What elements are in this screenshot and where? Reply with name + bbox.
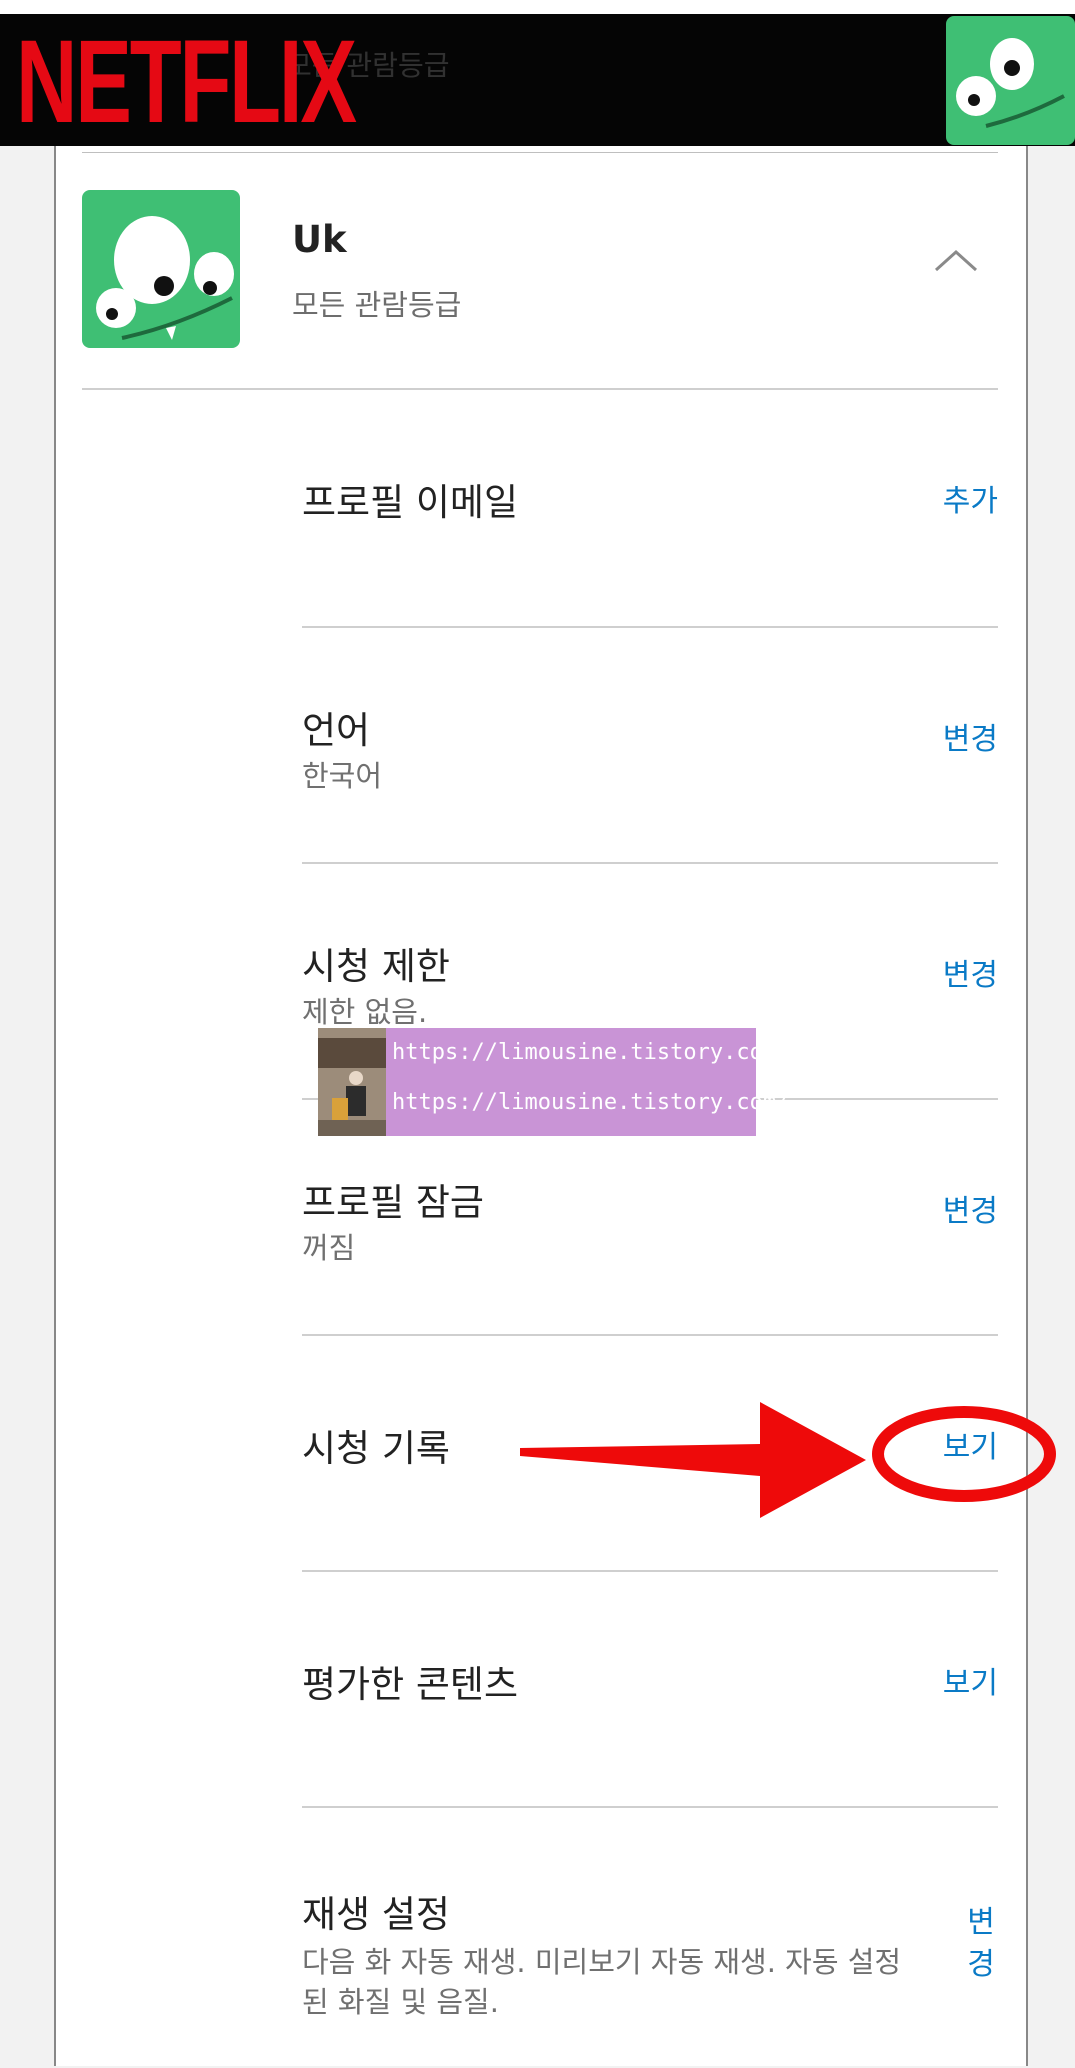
top-divider [82,152,998,153]
setting-label: 평가한 콘텐츠 [302,1663,519,1706]
watermark-photo-icon [318,1028,386,1136]
profile-rating: 모든 관람등급 [292,288,462,322]
setting-value: 꺼짐 [302,1231,356,1265]
setting-row-playback: 재생 설정 다음 화 자동 재생. 미리보기 자동 재생. 자동 설정된 화질 … [302,1808,998,2068]
setting-row-profile-email: 프로필 이메일 추가 [302,392,998,628]
setting-label: 재생 설정 [302,1893,450,1936]
setting-label: 언어 [302,709,371,752]
change-language-link[interactable]: 변경 [943,714,998,758]
header-profile-avatar-icon[interactable] [946,16,1075,145]
annotation-circle-icon [872,1406,1056,1502]
watermark-url-1: https://limousine.tistory.com/ [392,1040,790,1065]
setting-label: 시청 기록 [302,1427,450,1470]
setting-row-language: 언어 한국어 변경 [302,628,998,864]
annotation-arrow-icon [520,1402,866,1518]
profile-name: Uk [292,218,347,261]
top-strip [0,0,1075,14]
setting-value: 제한 없음. [302,995,428,1029]
watermark-band: https://limousine.tistory.com/ https://l… [386,1028,789,1136]
profile-avatar-icon[interactable] [82,190,240,348]
blog-watermark: https://limousine.tistory.com/ https://l… [318,1028,789,1136]
view-ratings-link[interactable]: 보기 [943,1658,998,1702]
add-email-link[interactable]: 추가 [943,476,998,520]
setting-label: 프로필 잠금 [302,1181,484,1224]
profile-divider [82,388,998,390]
setting-value: 한국어 [302,759,383,793]
netflix-logo[interactable]: NETFLIX [16,23,357,141]
change-restriction-link[interactable]: 변경 [943,950,998,994]
chevron-up-icon[interactable] [934,248,978,272]
setting-label: 프로필 이메일 [302,481,519,524]
change-playback-link[interactable]: 변경 [964,1902,998,1986]
netflix-header: 모든 관람등급 NETFLIX [0,14,1075,146]
setting-value: 다음 화 자동 재생. 미리보기 자동 재생. 자동 설정된 화질 및 음질. [302,1945,902,2019]
change-profile-lock-link[interactable]: 변경 [943,1186,998,1230]
setting-label: 시청 제한 [302,945,450,988]
setting-row-rated-content: 평가한 콘텐츠 보기 [302,1572,998,1808]
watermark-url-2: https://limousine.tistory.com/ [392,1090,790,1115]
